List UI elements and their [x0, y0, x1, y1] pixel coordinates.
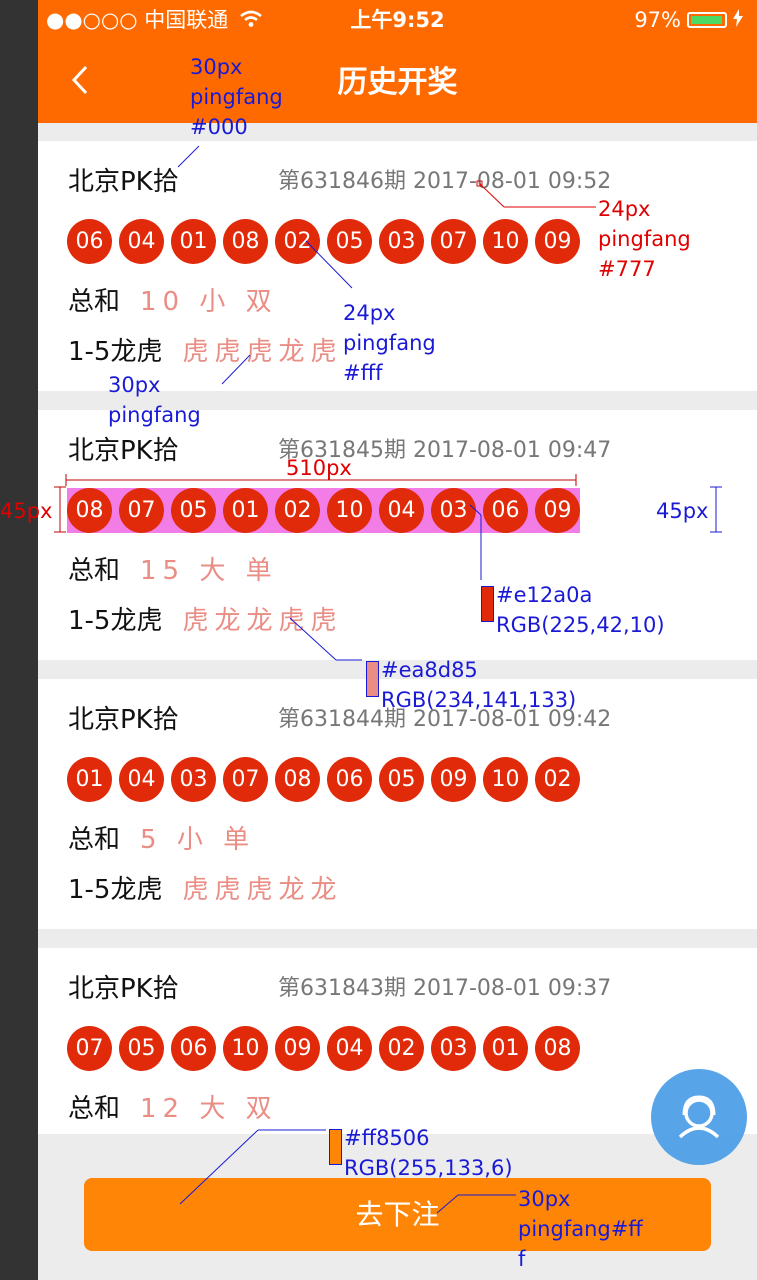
- number-ball: 04: [119, 757, 164, 802]
- issue-info: 第631843期 2017-08-01 09:37: [278, 976, 612, 1001]
- annotation-ball-font: 24px pingfang #fff: [343, 301, 436, 385]
- number-ball: 01: [223, 488, 268, 533]
- sum-value: 5 小 单: [140, 825, 256, 855]
- number-ball: 02: [379, 1026, 424, 1071]
- ball-row: 01 04 03 07 08 06 05 09 10 02: [67, 757, 580, 802]
- annotation-meta-font: 24px pingfang #777: [598, 197, 691, 281]
- dragon-tiger-label: 1-5龙虎: [68, 337, 163, 367]
- number-ball: 01: [67, 757, 112, 802]
- number-ball: 07: [119, 488, 164, 533]
- status-battery: 97%: [634, 6, 743, 34]
- sum-row: 总和 12 大 双: [68, 1090, 278, 1128]
- battery-level: [691, 16, 722, 24]
- value-color-swatch: [366, 661, 379, 697]
- number-ball: 02: [535, 757, 580, 802]
- number-ball: 09: [275, 1026, 320, 1071]
- number-ball: 10: [327, 488, 372, 533]
- number-ball: 09: [535, 488, 580, 533]
- issue-info: 第631846期 2017-08-01 09:52: [278, 169, 612, 194]
- sum-row: 总和 10 小 双: [68, 283, 278, 321]
- number-ball: 07: [67, 1026, 112, 1071]
- sum-value: 15 大 单: [140, 556, 278, 586]
- number-ball: 02: [275, 219, 320, 264]
- number-ball: 06: [327, 757, 372, 802]
- ball-row: 07 05 06 10 09 04 02 03 01 08: [67, 1026, 580, 1071]
- top-bar: ●●○○○ 中国联通 上午9:52 97% 历史开奖: [38, 0, 757, 123]
- number-ball: 10: [483, 757, 528, 802]
- number-ball: 05: [171, 488, 216, 533]
- battery-percent: 97%: [634, 8, 681, 32]
- annotation-value-color: #ea8d85 RGB(234,141,133): [381, 658, 577, 712]
- number-ball: 03: [171, 757, 216, 802]
- number-ball: 09: [431, 757, 476, 802]
- sum-value: 10 小 双: [140, 287, 278, 317]
- left-edge-strip: [0, 0, 38, 1280]
- number-ball: 05: [379, 757, 424, 802]
- annotation-height-left: 45px: [0, 499, 53, 523]
- sum-label: 总和: [68, 1094, 121, 1124]
- sum-row: 总和 15 大 单: [68, 552, 278, 590]
- number-ball: 10: [483, 219, 528, 264]
- sum-label: 总和: [68, 287, 121, 317]
- number-ball: 06: [67, 219, 112, 264]
- number-ball: 04: [119, 219, 164, 264]
- dragon-tiger-row: 1-5龙虎 虎虎虎龙龙: [68, 871, 342, 909]
- dragon-tiger-label: 1-5龙虎: [68, 875, 163, 905]
- page-title: 历史开奖: [337, 65, 458, 100]
- number-ball: 02: [275, 488, 320, 533]
- dragon-tiger-value: 虎虎虎龙龙: [182, 875, 343, 905]
- annotation-button-color: #ff8506 RGB(255,133,6): [344, 1126, 513, 1180]
- number-ball: 03: [379, 219, 424, 264]
- sum-label: 总和: [68, 556, 121, 586]
- ball-color-swatch: [481, 586, 494, 622]
- sum-value: 12 大 双: [140, 1094, 278, 1124]
- number-ball: 03: [431, 1026, 476, 1071]
- dragon-tiger-label: 1-5龙虎: [68, 606, 163, 636]
- ball-row: 06 04 01 08 02 05 03 07 10 09: [67, 219, 580, 264]
- annotation-row-font: 30px pingfang: [108, 373, 201, 427]
- lottery-name: 北京PK拾: [68, 436, 179, 466]
- number-ball: 03: [431, 488, 476, 533]
- number-ball: 06: [483, 488, 528, 533]
- number-ball: 01: [483, 1026, 528, 1071]
- sum-row: 总和 5 小 单: [68, 821, 255, 859]
- ball-row: 08 07 05 01 02 10 04 03 06 09: [67, 488, 580, 533]
- app-screen: ●●○○○ 中国联通 上午9:52 97% 历史开奖 北京PK拾 第631846…: [38, 0, 757, 1280]
- charging-icon: [733, 6, 743, 34]
- customer-service-icon: [678, 1095, 720, 1139]
- annotation-title-font: 30px pingfang #000: [190, 55, 283, 139]
- button-color-swatch: [329, 1129, 342, 1165]
- lottery-name: 北京PK拾: [68, 705, 179, 735]
- dragon-tiger-row: 1-5龙虎 虎龙龙虎虎: [68, 602, 342, 640]
- number-ball: 04: [379, 488, 424, 533]
- record-card[interactable]: 北京PK拾 第631843期 2017-08-01 09:37 07 05 06…: [38, 948, 757, 1134]
- dragon-tiger-value: 虎龙龙虎虎: [182, 606, 343, 636]
- number-ball: 08: [67, 488, 112, 533]
- lottery-name: 北京PK拾: [68, 974, 179, 1004]
- number-ball: 08: [223, 219, 268, 264]
- number-ball: 05: [119, 1026, 164, 1071]
- record-card[interactable]: 北京PK拾 第631844期 2017-08-01 09:42 01 04 03…: [38, 679, 757, 929]
- annotation-button-font: 30px pingfang#ff f: [518, 1187, 643, 1271]
- number-ball: 05: [327, 219, 372, 264]
- battery-icon: [687, 12, 727, 28]
- lottery-name: 北京PK拾: [68, 167, 179, 197]
- dragon-tiger-value: 虎虎虎龙虎: [182, 337, 343, 367]
- number-ball: 01: [171, 219, 216, 264]
- number-ball: 04: [327, 1026, 372, 1071]
- sum-label: 总和: [68, 825, 121, 855]
- customer-service-button[interactable]: [651, 1069, 747, 1165]
- annotation-width: 510px: [286, 456, 352, 480]
- number-ball: 07: [223, 757, 268, 802]
- annotation-ball-color: #e12a0a RGB(225,42,10): [496, 583, 665, 637]
- number-ball: 08: [275, 757, 320, 802]
- number-ball: 06: [171, 1026, 216, 1071]
- annotation-height-right: 45px: [656, 499, 709, 523]
- number-ball: 07: [431, 219, 476, 264]
- dragon-tiger-row: 1-5龙虎 虎虎虎龙虎: [68, 333, 342, 371]
- number-ball: 09: [535, 219, 580, 264]
- number-ball: 10: [223, 1026, 268, 1071]
- number-ball: 08: [535, 1026, 580, 1071]
